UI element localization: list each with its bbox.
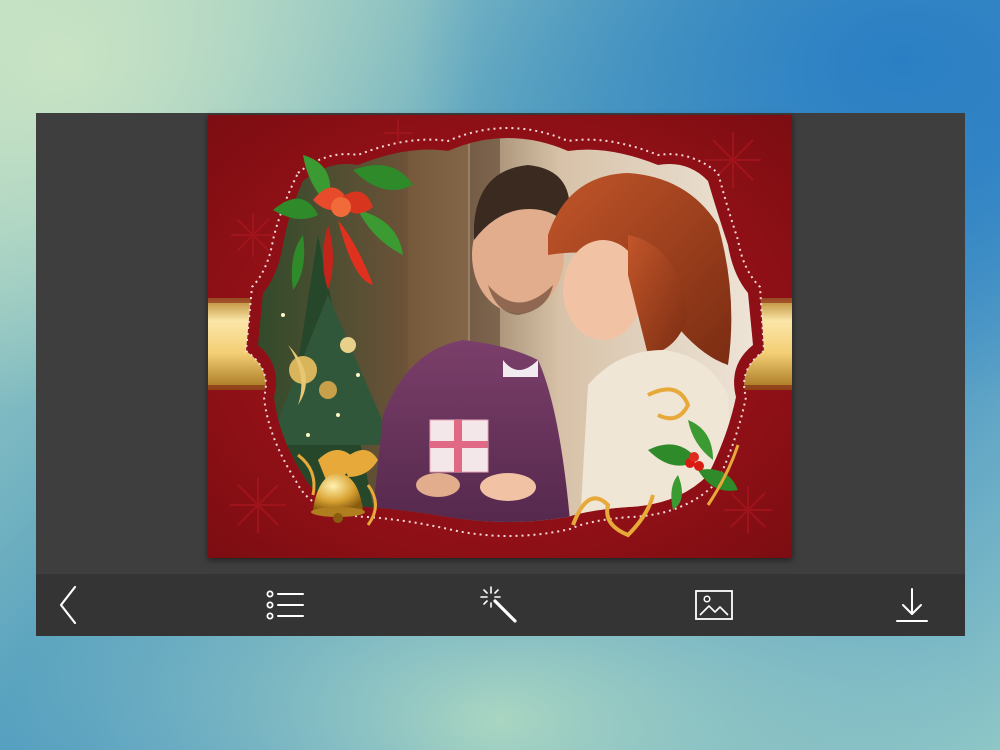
frame-artwork	[208, 115, 792, 558]
christmas-photo-frame[interactable]	[208, 115, 792, 558]
list-icon	[266, 590, 304, 620]
effects-button[interactable]	[477, 584, 521, 626]
chevron-left-icon	[59, 585, 77, 625]
editor-canvas	[36, 113, 965, 574]
back-button[interactable]	[46, 584, 90, 626]
bottom-toolbar	[36, 574, 965, 636]
frames-list-button[interactable]	[263, 584, 307, 626]
download-button[interactable]	[890, 584, 934, 626]
magic-wand-icon	[480, 586, 517, 623]
gallery-button[interactable]	[692, 584, 736, 626]
download-icon	[896, 588, 928, 622]
photo-editor-panel	[36, 113, 965, 636]
image-icon	[695, 590, 733, 620]
